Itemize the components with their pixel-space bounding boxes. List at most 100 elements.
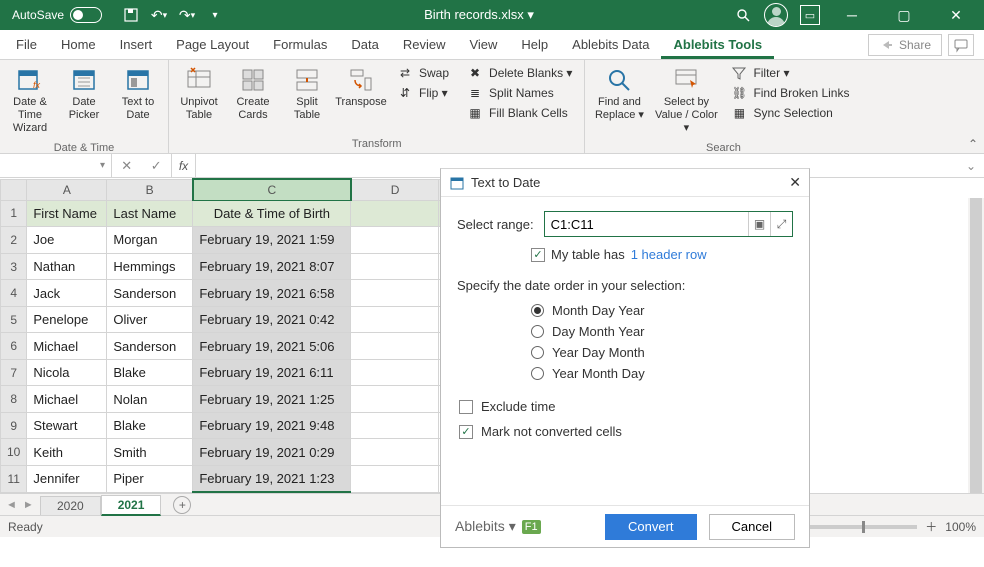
name-box[interactable]: ▾ — [0, 154, 112, 177]
cell[interactable]: Joe — [27, 227, 107, 254]
cell[interactable] — [351, 333, 439, 360]
zoom-slider[interactable] — [807, 525, 917, 529]
cell[interactable]: February 19, 2021 0:29 — [193, 439, 351, 466]
filter-button[interactable]: Filter ▾ — [727, 64, 853, 82]
tab-review[interactable]: Review — [391, 31, 458, 58]
sync-selection-button[interactable]: ▦Sync Selection — [727, 104, 853, 122]
radio-ydm[interactable] — [531, 346, 544, 359]
cell[interactable]: Morgan — [107, 227, 193, 254]
cell[interactable]: Smith — [107, 439, 193, 466]
tab-data[interactable]: Data — [339, 31, 390, 58]
cell[interactable]: Sanderson — [107, 280, 193, 307]
cell[interactable]: February 19, 2021 9:48 — [193, 412, 351, 439]
tab-page-layout[interactable]: Page Layout — [164, 31, 261, 58]
col-header-b[interactable]: B — [107, 179, 193, 200]
tab-insert[interactable]: Insert — [108, 31, 165, 58]
zoom-in-button[interactable]: ＋ — [925, 518, 937, 535]
cell[interactable]: February 19, 2021 1:23 — [193, 465, 351, 492]
accept-fx-icon[interactable]: ✓ — [151, 158, 162, 174]
cell[interactable]: Jack — [27, 280, 107, 307]
col-header-d[interactable]: D — [351, 179, 439, 200]
cell[interactable]: First Name — [27, 200, 107, 227]
sheet-nav-next[interactable]: ► — [23, 499, 34, 511]
maximize-button[interactable]: ▢ — [884, 1, 924, 29]
expand-formula-icon[interactable]: ⌄ — [966, 159, 976, 173]
radio-mdy[interactable] — [531, 304, 544, 317]
tab-help[interactable]: Help — [509, 31, 560, 58]
cell[interactable]: February 19, 2021 6:58 — [193, 280, 351, 307]
cell[interactable] — [351, 200, 439, 227]
cell[interactable] — [351, 412, 439, 439]
cell[interactable]: Date & Time of Birth — [193, 200, 351, 227]
date-time-wizard-button[interactable]: fx Date & Time Wizard — [4, 62, 56, 140]
find-replace-button[interactable]: Find and Replace ▾ — [589, 62, 649, 140]
cell[interactable]: Hemmings — [107, 253, 193, 280]
find-broken-links-button[interactable]: ⛓Find Broken Links — [727, 84, 853, 102]
swap-button[interactable]: ⇄Swap — [393, 64, 453, 82]
exclude-time-checkbox[interactable] — [459, 400, 473, 414]
save-icon[interactable] — [122, 6, 140, 24]
redo-icon[interactable]: ↷▾ — [178, 6, 196, 24]
row-header[interactable]: 7 — [1, 359, 27, 386]
split-names-button[interactable]: ≣Split Names — [463, 84, 576, 102]
row-header[interactable]: 4 — [1, 280, 27, 307]
sheet-tab-2021[interactable]: 2021 — [101, 495, 162, 516]
zoom-level[interactable]: 100% — [945, 520, 976, 534]
cell[interactable] — [351, 386, 439, 413]
cell[interactable]: Michael — [27, 333, 107, 360]
autosave-toggle[interactable]: AutoSave — [12, 7, 102, 23]
cell[interactable]: February 19, 2021 1:59 — [193, 227, 351, 254]
cell[interactable]: February 19, 2021 6:11 — [193, 359, 351, 386]
date-picker-button[interactable]: Date Picker — [58, 62, 110, 140]
convert-button[interactable]: Convert — [605, 514, 697, 540]
radio-dmy[interactable] — [531, 325, 544, 338]
cancel-fx-icon[interactable]: ✕ — [121, 158, 132, 174]
share-button[interactable]: Share — [868, 34, 942, 56]
collapse-ribbon-icon[interactable]: ⌃ — [968, 137, 978, 151]
tab-file[interactable]: File — [4, 31, 49, 58]
radio-ymd[interactable] — [531, 367, 544, 380]
cell[interactable]: Piper — [107, 465, 193, 492]
row-header[interactable]: 1 — [1, 200, 27, 227]
minimize-button[interactable]: ─ — [832, 1, 872, 29]
cell[interactable]: Oliver — [107, 306, 193, 333]
create-cards-button[interactable]: Create Cards — [227, 62, 279, 136]
ribbon-display-icon[interactable]: ▭ — [800, 5, 820, 25]
header-row-checkbox[interactable] — [531, 248, 545, 262]
transpose-button[interactable]: Transpose — [335, 62, 387, 136]
cell[interactable]: Sanderson — [107, 333, 193, 360]
row-header[interactable]: 3 — [1, 253, 27, 280]
cell[interactable]: Michael — [27, 386, 107, 413]
tab-formulas[interactable]: Formulas — [261, 31, 339, 58]
cell[interactable] — [351, 253, 439, 280]
f1-badge[interactable]: F1 — [522, 520, 541, 534]
search-icon[interactable] — [734, 6, 752, 24]
ablebits-brand[interactable]: Ablebits ▾ — [455, 518, 516, 535]
expand-range-icon[interactable]: ⤢ — [770, 212, 792, 236]
account-avatar[interactable] — [764, 3, 788, 27]
row-header[interactable]: 11 — [1, 465, 27, 492]
close-button[interactable]: ✕ — [936, 1, 976, 29]
row-header[interactable]: 6 — [1, 333, 27, 360]
delete-blanks-button[interactable]: ✖Delete Blanks ▾ — [463, 64, 576, 82]
close-pane-button[interactable]: ✕ — [789, 174, 801, 191]
cell[interactable]: Blake — [107, 359, 193, 386]
tab-ablebits-data[interactable]: Ablebits Data — [560, 31, 661, 58]
cell[interactable]: Penelope — [27, 306, 107, 333]
cell[interactable]: Nicola — [27, 359, 107, 386]
range-input[interactable] — [545, 217, 748, 232]
mark-not-converted-checkbox[interactable] — [459, 425, 473, 439]
comments-icon[interactable] — [948, 34, 974, 56]
qat-more-icon[interactable]: ▾ — [206, 6, 224, 24]
cell[interactable] — [351, 280, 439, 307]
col-header-a[interactable]: A — [27, 179, 107, 200]
cell[interactable] — [351, 359, 439, 386]
flip-button[interactable]: ⇵Flip ▾ — [393, 84, 453, 102]
cell[interactable]: Blake — [107, 412, 193, 439]
sheet-tab-2020[interactable]: 2020 — [40, 496, 101, 515]
tab-ablebits-tools[interactable]: Ablebits Tools — [661, 31, 774, 59]
cell[interactable]: Nolan — [107, 386, 193, 413]
cell[interactable]: February 19, 2021 1:25 — [193, 386, 351, 413]
cell[interactable]: Keith — [27, 439, 107, 466]
select-all-corner[interactable] — [1, 179, 27, 200]
